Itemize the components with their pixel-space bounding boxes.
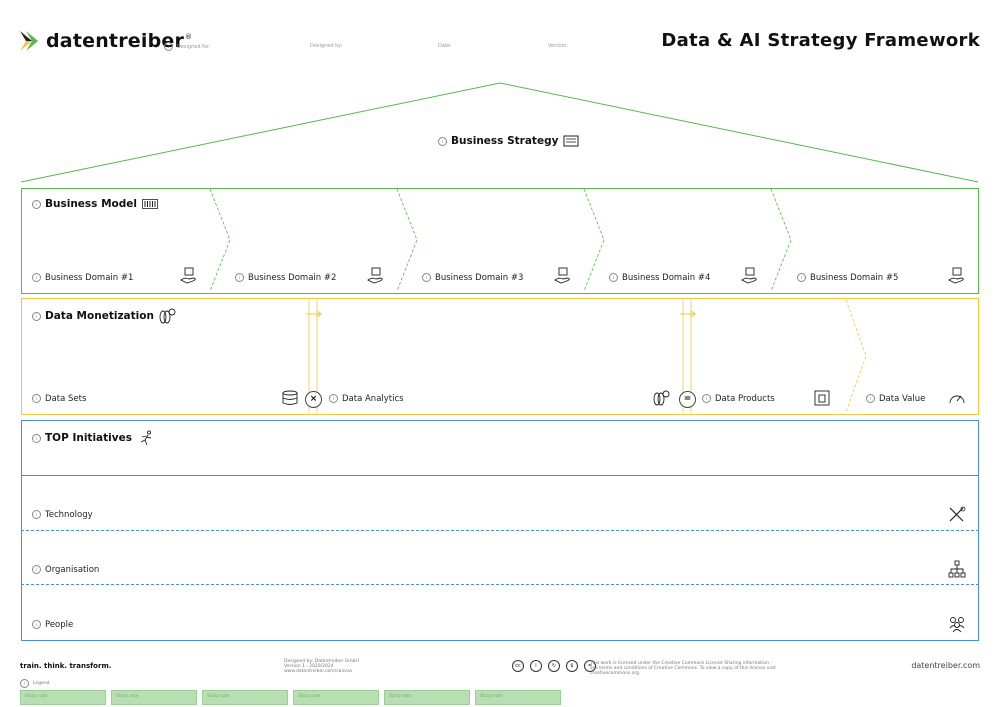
- data-monetization-label: Data Monetization: [45, 310, 154, 322]
- organisation-row[interactable]: i Organisation: [32, 565, 99, 575]
- organisation-divider: [21, 584, 979, 585]
- org-chart-icon: [948, 560, 966, 578]
- tagline: train. think. transform.: [20, 662, 112, 670]
- info-icon: i: [20, 679, 29, 688]
- sticky-note[interactable]: Sticky note: [202, 690, 288, 705]
- sticky-note[interactable]: Sticky note: [20, 690, 106, 705]
- info-icon: i: [32, 199, 41, 209]
- credits: Designed by: Datentreiber GmbH Version 1…: [284, 659, 359, 674]
- top-divider: [21, 475, 979, 476]
- info-icon: i: [609, 273, 618, 282]
- hand-box-icon: [554, 267, 570, 284]
- info-icon: i: [32, 510, 41, 519]
- runner-icon: [140, 430, 152, 446]
- business-domain-2[interactable]: i Business Domain #2: [235, 273, 336, 283]
- business-domain-1[interactable]: i Business Domain #1: [32, 273, 133, 283]
- coins-icon: [159, 308, 176, 324]
- info-icon: i: [32, 565, 41, 574]
- coins-icon: [653, 390, 670, 406]
- business-model-label: Business Model: [45, 198, 137, 210]
- info-icon: i: [329, 394, 338, 403]
- business-domain-4[interactable]: i Business Domain #4: [609, 273, 710, 283]
- legend-label: Legend: [33, 681, 50, 686]
- multiply-operator: ×: [305, 391, 322, 408]
- license-text: This work is licensed under the Creative…: [590, 661, 776, 676]
- technology-row[interactable]: i Technology: [32, 510, 93, 520]
- business-domain-3[interactable]: i Business Domain #3: [422, 273, 523, 283]
- hand-box-icon: [948, 267, 964, 284]
- license-icons: cc i ↻ $ =: [512, 660, 596, 672]
- info-icon: i: [702, 394, 711, 403]
- data-monetization-heading[interactable]: i Data Monetization: [32, 308, 176, 324]
- tools-icon: [949, 506, 966, 522]
- technology-divider: [21, 530, 979, 531]
- credits-line: www.datentreiber.com/canvas: [284, 669, 353, 674]
- website[interactable]: datentreiber.com: [911, 661, 980, 670]
- info-icon: i: [32, 273, 41, 282]
- data-analytics[interactable]: i Data Analytics: [329, 394, 404, 404]
- info-icon: i: [235, 273, 244, 282]
- product-box-icon: [814, 390, 830, 406]
- info-icon: i: [866, 394, 875, 403]
- cc-sa-icon: ↻: [548, 660, 560, 672]
- hand-box-icon: [180, 267, 196, 284]
- info-icon: i: [797, 273, 806, 282]
- people-row[interactable]: i People: [32, 620, 73, 630]
- data-products[interactable]: i Data Products: [702, 394, 775, 404]
- sticky-note[interactable]: Sticky note: [475, 690, 561, 705]
- business-domain-dividers: [209, 188, 792, 292]
- cc-icon: cc: [512, 660, 524, 672]
- sticky-note[interactable]: Sticky note: [293, 690, 379, 705]
- hand-box-icon: [741, 267, 757, 284]
- gauge-icon: [949, 395, 965, 404]
- business-model-heading[interactable]: i Business Model: [32, 198, 158, 210]
- info-icon: i: [32, 394, 41, 403]
- sticky-note[interactable]: Sticky note: [111, 690, 197, 705]
- sticky-note[interactable]: Sticky note: [384, 690, 470, 705]
- business-domain-5[interactable]: i Business Domain #5: [797, 273, 898, 283]
- database-icon: [282, 390, 298, 405]
- info-icon: i: [422, 273, 431, 282]
- cc-by-icon: i: [530, 660, 542, 672]
- people-icon: [949, 617, 965, 633]
- top-initiatives-label: TOP Initiatives: [45, 432, 132, 444]
- equals-operator: =: [679, 391, 696, 408]
- top-initiatives-heading[interactable]: i TOP Initiatives: [32, 430, 155, 446]
- legend: i Legend: [20, 679, 50, 688]
- data-sets[interactable]: i Data Sets: [32, 394, 86, 404]
- hand-box-icon: [367, 267, 383, 284]
- barcode-icon: [142, 199, 158, 209]
- info-icon: i: [32, 311, 41, 321]
- data-value[interactable]: i Data Value: [866, 394, 925, 404]
- info-icon: i: [32, 433, 41, 443]
- cc-nc-icon: $: [566, 660, 578, 672]
- info-icon: i: [32, 620, 41, 629]
